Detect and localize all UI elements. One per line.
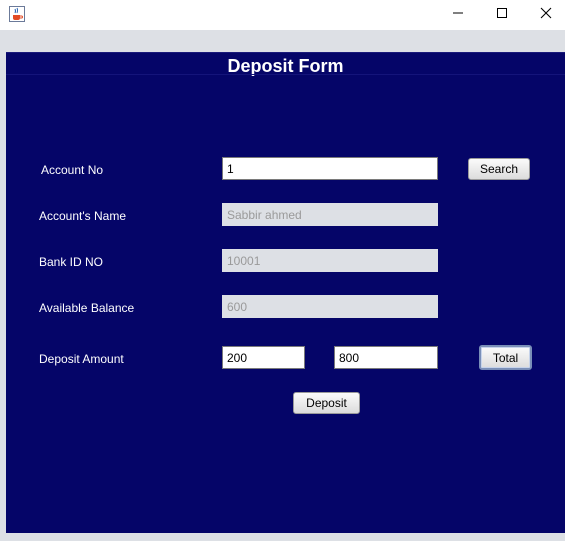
maximize-icon	[496, 6, 508, 24]
account-name-field	[222, 203, 438, 226]
deposit-amount-input[interactable]	[222, 346, 305, 369]
available-balance-field	[222, 295, 438, 318]
maximize-button[interactable]	[479, 0, 525, 30]
java-cup-icon	[9, 6, 25, 22]
title-bar	[0, 0, 565, 30]
account-no-label: Account No	[41, 163, 104, 177]
deposit-button[interactable]: Deposit	[293, 392, 360, 414]
deposit-amount-label: Deposit Amount	[39, 352, 124, 366]
deposit-window: Deposit Form Account No Search Account's…	[0, 0, 565, 541]
minimize-icon	[452, 6, 464, 24]
bank-id-label: Bank ID NO	[39, 255, 104, 269]
search-button[interactable]: Search	[468, 158, 530, 180]
total-amount-field[interactable]	[334, 346, 438, 369]
close-button[interactable]	[523, 0, 565, 30]
deposit-form-panel: Deposit Form Account No Search Account's…	[6, 52, 565, 533]
account-no-input[interactable]	[222, 157, 438, 180]
account-name-label: Account's Name	[39, 209, 126, 223]
bank-id-field	[222, 249, 438, 272]
title-divider	[6, 74, 565, 75]
minimize-button[interactable]	[435, 0, 481, 30]
available-balance-label: Available Balance	[39, 301, 135, 315]
total-button[interactable]: Total	[479, 345, 532, 370]
close-icon	[540, 6, 552, 24]
